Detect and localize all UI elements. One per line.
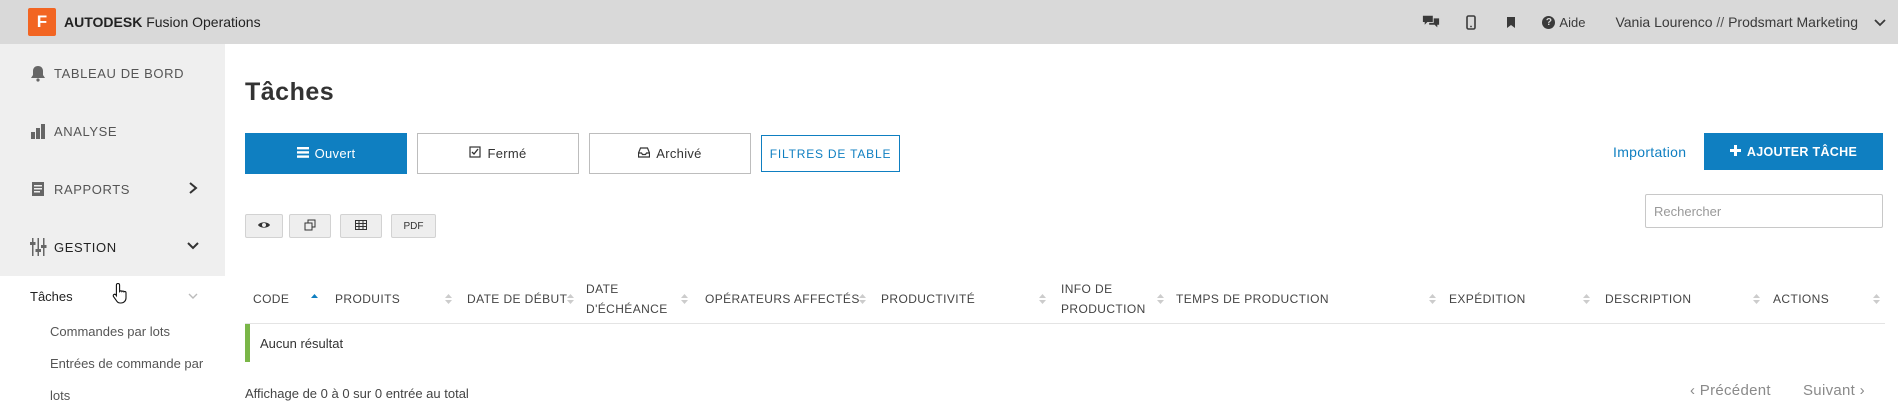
table-filters-button[interactable]: FILTRES DE TABLE — [761, 135, 900, 172]
col-code[interactable]: CODE — [253, 274, 289, 324]
sidebar-item-label: RAPPORTS — [54, 181, 131, 197]
excel-export-button[interactable] — [340, 214, 382, 238]
user-separator: // — [1716, 14, 1725, 30]
bookmark-icon[interactable] — [1502, 13, 1520, 31]
sidebar-item-label: ANALYSE — [54, 123, 118, 139]
sidebar-subitem-label: Tâches — [30, 288, 73, 304]
tab-label: Fermé — [487, 146, 527, 161]
chevron-right-icon: › — [1859, 382, 1865, 399]
list-icon — [296, 146, 309, 161]
eye-icon — [257, 220, 271, 233]
chat-icon[interactable] — [1422, 13, 1440, 31]
sort-icon[interactable] — [1039, 293, 1046, 305]
sidebar-item-label: TABLEAU DE BORD — [54, 65, 185, 81]
page-title: Tâches — [245, 78, 335, 106]
mobile-icon[interactable] — [1462, 13, 1480, 31]
next-page-button[interactable]: Suivant › — [1803, 382, 1865, 399]
product-name: Fusion Operations — [146, 14, 261, 30]
bar-chart-icon — [28, 121, 48, 141]
bell-icon — [28, 63, 48, 83]
main-content: Tâches Ouvert Fermé Archivé FILTRES DE T… — [245, 44, 1885, 410]
previous-page-button[interactable]: ‹ Précédent — [1690, 382, 1771, 399]
sliders-icon — [28, 237, 48, 257]
tab-label: Ouvert — [314, 146, 356, 161]
import-link[interactable]: Importation — [1613, 144, 1686, 160]
table-header: CODE PRODUITS DATE DE DÉBUT DATE D'ÉCHÉA… — [245, 274, 1885, 324]
user-menu[interactable]: Vania Lourenco // Prodsmart Marketing — [1615, 14, 1858, 30]
col-production-time[interactable]: TEMPS DE PRODUCTION — [1176, 274, 1329, 324]
col-operators[interactable]: OPÉRATEURS AFFECTÉS — [705, 274, 860, 324]
sidebar-subitem-batch-order-entries[interactable]: Entrées de commande par — [0, 348, 225, 380]
chevron-down-icon[interactable] — [1872, 14, 1888, 30]
sidebar-item-dashboard[interactable]: TABLEAU DE BORD — [0, 44, 225, 102]
sidebar: TABLEAU DE BORD ANALYSE RAPPORTS GESTION… — [0, 44, 225, 410]
next-label: Suivant — [1803, 382, 1856, 399]
add-task-label: AJOUTER TÂCHE — [1746, 144, 1858, 159]
col-due-date-line1: DATE — [586, 282, 619, 296]
empty-table-message: Aucun résultat — [245, 324, 1885, 362]
sort-icon[interactable] — [1753, 293, 1760, 305]
sort-icon[interactable] — [1429, 293, 1436, 305]
col-actions[interactable]: ACTIONS — [1773, 274, 1829, 324]
search-input[interactable] — [1645, 194, 1883, 228]
col-due-date-line2: D'ÉCHÉANCE — [586, 302, 668, 316]
chevron-down-icon — [187, 290, 199, 302]
hand-cursor-icon — [112, 282, 130, 304]
col-products[interactable]: PRODUITS — [335, 274, 400, 324]
col-start-date[interactable]: DATE DE DÉBUT — [467, 274, 567, 324]
sidebar-item-reports[interactable]: RAPPORTS — [0, 160, 225, 218]
sidebar-item-management[interactable]: GESTION — [0, 218, 225, 276]
col-production-info-line1: INFO DE — [1061, 282, 1113, 296]
help-label: Aide — [1559, 14, 1586, 30]
previous-label: Précédent — [1699, 382, 1771, 399]
tab-archived[interactable]: Archivé — [589, 133, 751, 174]
sort-icon[interactable] — [1873, 293, 1880, 305]
sort-icon[interactable] — [567, 293, 574, 305]
inbox-icon — [638, 146, 651, 161]
tab-open[interactable]: Ouvert — [245, 133, 407, 174]
plus-icon — [1729, 144, 1741, 159]
company-name: Prodsmart Marketing — [1728, 14, 1858, 30]
copy-icon — [304, 219, 316, 234]
sort-icon[interactable] — [445, 293, 452, 305]
sort-asc-icon[interactable] — [311, 293, 318, 305]
col-due-date[interactable]: DATE D'ÉCHÉANCE — [586, 274, 668, 324]
col-production-info[interactable]: INFO DE PRODUCTION — [1061, 274, 1146, 324]
chevron-left-icon: ‹ — [1690, 382, 1696, 399]
tab-closed[interactable]: Fermé — [417, 133, 579, 174]
logo-mark: F — [28, 8, 56, 36]
brand-name: AUTODESK — [64, 14, 143, 30]
sidebar-subitem-batch-orders[interactable]: Commandes par lots — [0, 316, 225, 348]
check-square-icon — [469, 146, 482, 161]
help-link[interactable]: ? Aide — [1542, 15, 1585, 30]
sidebar-item-label: GESTION — [54, 239, 117, 255]
col-description[interactable]: DESCRIPTION — [1605, 274, 1691, 324]
copy-button[interactable] — [289, 214, 331, 238]
table-icon — [355, 219, 367, 233]
chevron-right-icon — [187, 181, 199, 195]
col-shipping[interactable]: EXPÉDITION — [1449, 274, 1526, 324]
column-visibility-button[interactable] — [245, 214, 283, 238]
col-productivity[interactable]: PRODUCTIVITÉ — [881, 274, 975, 324]
app-logo[interactable]: F AUTODESK Fusion Operations — [28, 8, 261, 36]
pdf-export-button[interactable]: PDF — [391, 214, 436, 238]
user-name: Vania Lourenco — [1615, 14, 1713, 30]
sort-icon[interactable] — [1157, 293, 1164, 305]
tab-label: Archivé — [656, 146, 702, 161]
add-task-button[interactable]: AJOUTER TÂCHE — [1704, 133, 1883, 170]
sort-icon[interactable] — [681, 293, 688, 305]
question-icon: ? — [1542, 15, 1556, 29]
top-bar: F AUTODESK Fusion Operations ? Aide Vani… — [0, 0, 1898, 44]
sort-icon[interactable] — [859, 293, 866, 305]
chevron-down-icon — [187, 239, 199, 253]
sort-icon[interactable] — [1583, 293, 1590, 305]
report-icon — [28, 179, 48, 199]
sidebar-item-analysis[interactable]: ANALYSE — [0, 102, 225, 160]
sidebar-subitem-batch-order-entries-wrap[interactable]: lots — [0, 380, 225, 410]
col-production-info-line2: PRODUCTION — [1061, 302, 1146, 316]
pagination-info: Affichage de 0 à 0 sur 0 entrée au total — [245, 386, 469, 401]
